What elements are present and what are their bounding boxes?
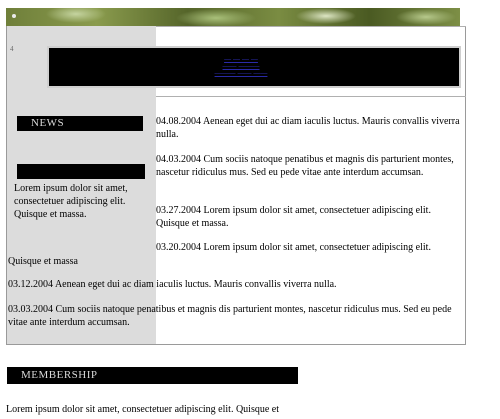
header-marker: 4 <box>10 45 14 53</box>
news-date: 04.03.2004 <box>156 154 201 165</box>
membership-heading: MEMBERSHIP <box>7 367 298 384</box>
header: 4 — — — — —— ——— ——— —— —— <box>6 44 461 90</box>
sidebar-trailing-text: Quisque et massa <box>8 256 78 267</box>
news-date: 03.20.2004 <box>156 242 201 253</box>
sidebar-heading <box>17 164 145 179</box>
news-date: 03.03.2004 <box>8 304 53 315</box>
news-item: 03.20.2004 Lorem ipsum dolor sit amet, c… <box>156 241 461 254</box>
news-date: 03.12.2004 <box>8 279 53 290</box>
news-item: 03.03.2004 Cum sociis natoque penatibus … <box>8 303 463 329</box>
header-link[interactable]: —— ——— <box>211 63 271 70</box>
divider <box>156 96 466 97</box>
news-item: 03.12.2004 Aenean eget dui ac diam iacul… <box>8 278 463 291</box>
news-item: 04.03.2004 Cum sociis natoque penatibus … <box>156 153 461 179</box>
news-date: 03.27.2004 <box>156 205 201 216</box>
news-text: Aenean eget dui ac diam iaculis luctus. … <box>156 116 460 140</box>
news-item: 04.08.2004 Aenean eget dui ac diam iacul… <box>156 115 461 141</box>
sidebar-text: Lorem ipsum dolor sit amet, consectetuer… <box>14 183 128 220</box>
news-text: Cum sociis natoque penatibus et magnis d… <box>8 304 452 328</box>
news-text: Aenean eget dui ac diam iaculis luctus. … <box>54 279 337 290</box>
header-link[interactable]: ——— —— —— <box>211 70 271 77</box>
top-banner <box>6 8 466 26</box>
news-date: 04.08.2004 <box>156 116 201 127</box>
banner-image <box>6 8 460 26</box>
membership-text: Lorem ipsum dolor sit amet, consectetuer… <box>6 404 279 415</box>
banner-dot-icon <box>12 14 16 18</box>
news-item: 03.27.2004 Lorem ipsum dolor sit amet, c… <box>156 204 461 230</box>
divider <box>156 26 466 27</box>
news-text: Lorem ipsum dolor sit amet, consectetuer… <box>203 242 431 253</box>
header-link[interactable]: — — — — <box>211 56 271 63</box>
news-text: Cum sociis natoque penatibus et magnis d… <box>156 154 454 178</box>
news-heading: NEWS <box>17 116 143 131</box>
header-nav: — — — — —— ——— ——— —— —— <box>211 56 271 77</box>
